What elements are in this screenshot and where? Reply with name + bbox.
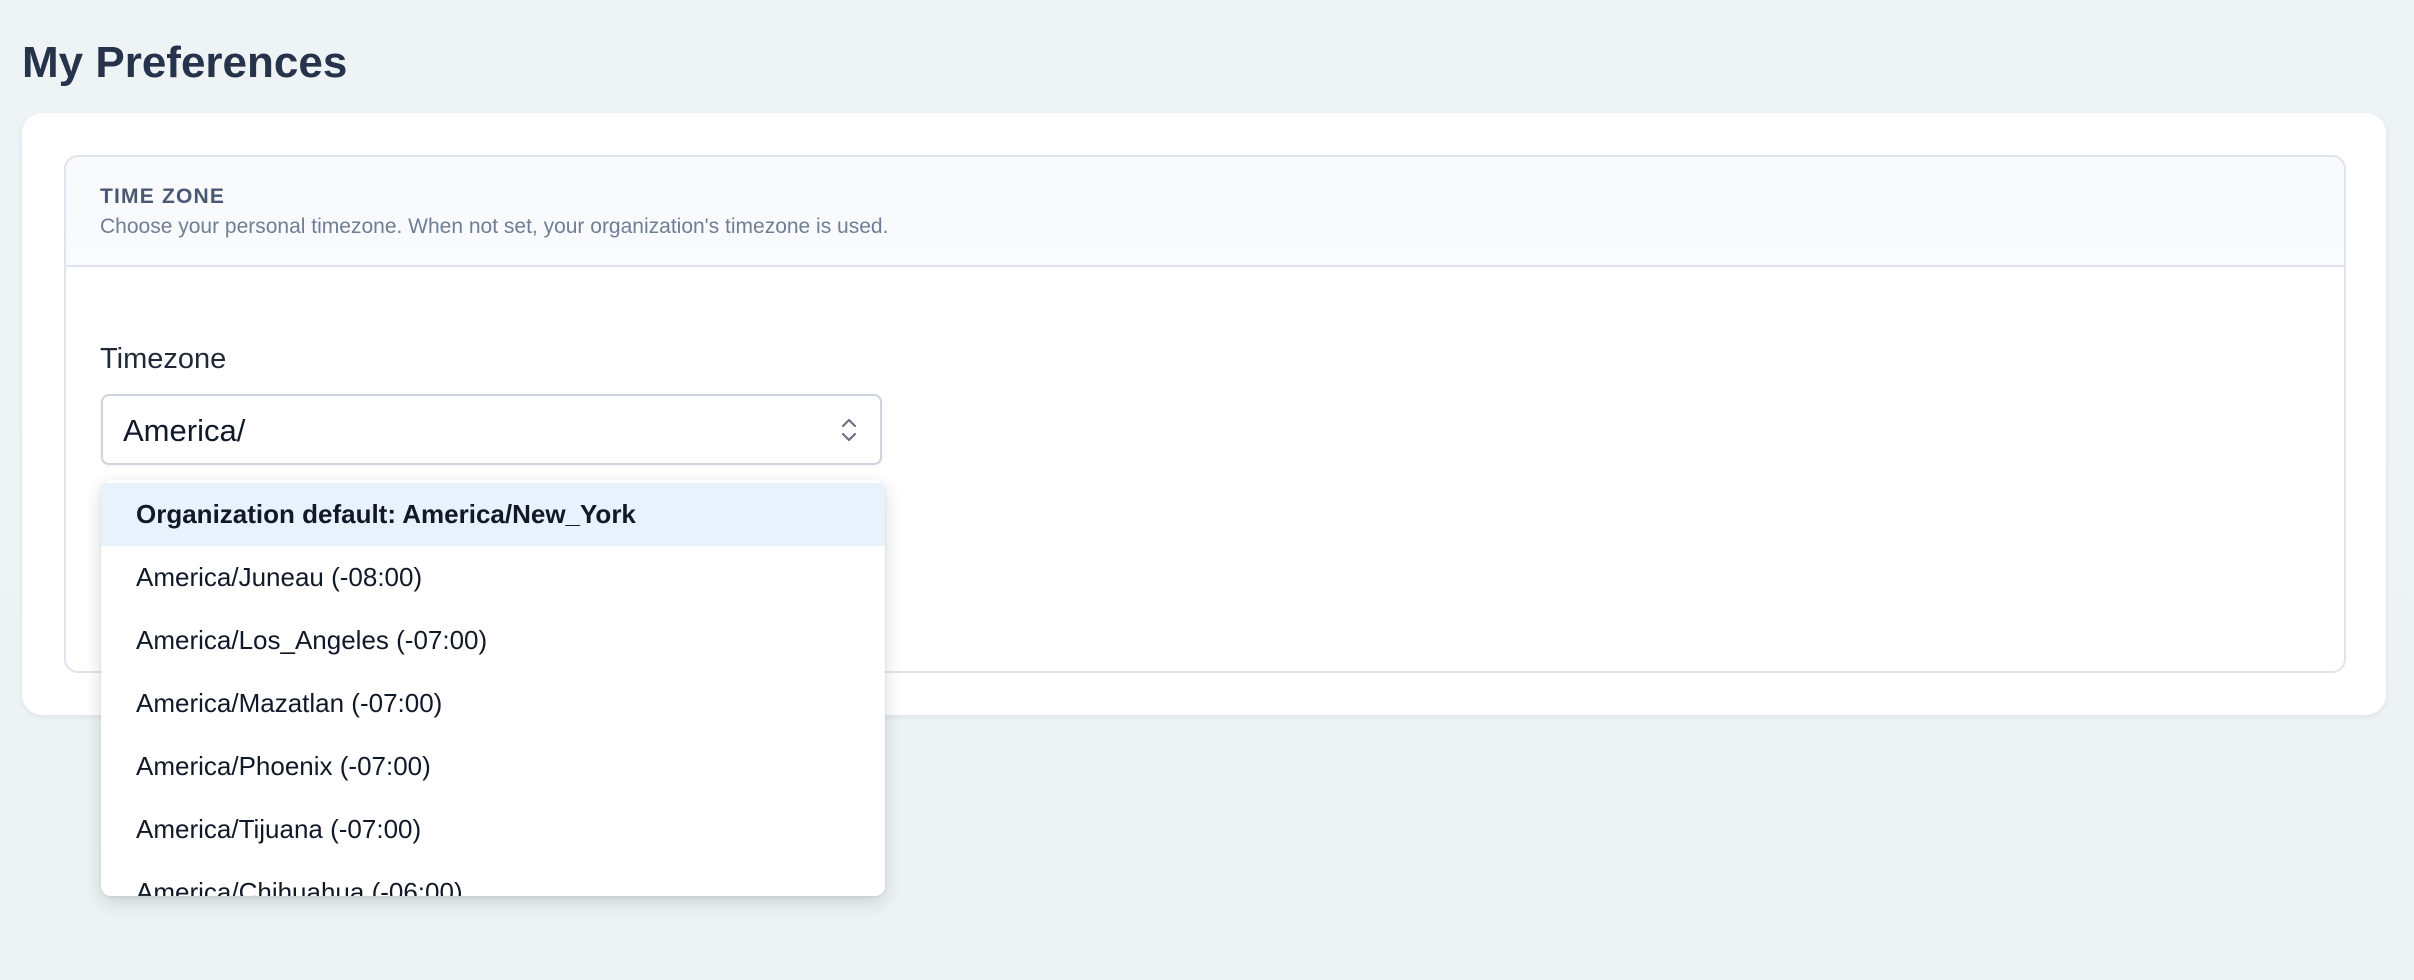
section-description: Choose your personal timezone. When not … bbox=[100, 215, 889, 238]
timezone-option[interactable]: America/Los_Angeles (-07:00) bbox=[101, 609, 885, 672]
timezone-option[interactable]: America/Juneau (-08:00) bbox=[101, 546, 885, 609]
timezone-option[interactable]: America/Tijuana (-07:00) bbox=[101, 798, 885, 861]
timezone-select-value: America/ bbox=[123, 413, 246, 448]
timezone-select[interactable]: America/ bbox=[101, 394, 882, 465]
timezone-dropdown: Organization default: America/New_York A… bbox=[101, 480, 885, 896]
timezone-option[interactable]: America/Mazatlan (-07:00) bbox=[101, 672, 885, 735]
timezone-option-org-default[interactable]: Organization default: America/New_York bbox=[101, 483, 885, 546]
timezone-option[interactable]: America/Phoenix (-07:00) bbox=[101, 735, 885, 798]
section-title: TIME ZONE bbox=[100, 185, 226, 208]
page-title: My Preferences bbox=[22, 38, 348, 87]
time-zone-section-header: TIME ZONE Choose your personal timezone.… bbox=[66, 157, 2344, 267]
timezone-option[interactable]: America/Chihuahua (-06:00) bbox=[101, 861, 885, 896]
timezone-label: Timezone bbox=[100, 343, 227, 375]
chevron-up-down-icon bbox=[841, 418, 857, 442]
